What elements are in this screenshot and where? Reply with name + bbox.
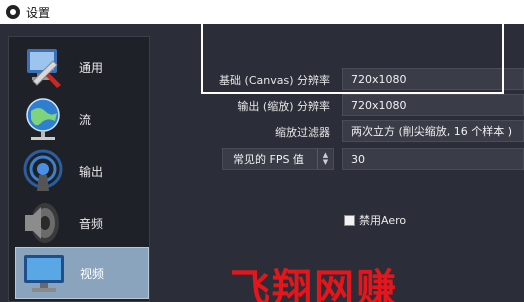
sidebar-item-label: 音频 — [79, 216, 104, 231]
sidebar-item-label: 视频 — [80, 266, 105, 281]
downscale-filter-label: 缩放过滤器 — [275, 126, 330, 139]
spin-arrows-icon: ▲ ▼ — [317, 149, 333, 169]
downscale-filter-select[interactable]: 两次立方 (削尖缩放, 16 个样本 ) — [342, 120, 524, 142]
sidebar-item-audio[interactable]: 音频 — [15, 197, 149, 249]
sidebar-item-label: 流 — [79, 112, 92, 127]
obs-logo-icon — [6, 5, 20, 19]
fps-type-select[interactable]: 常见的 FPS 值 ▲ ▼ — [222, 148, 334, 170]
sidebar-item-stream[interactable]: 流 — [15, 93, 149, 145]
sidebar-item-label: 通用 — [79, 60, 104, 75]
disable-aero-checkbox[interactable] — [344, 214, 355, 226]
monitor-icon — [24, 255, 64, 292]
sidebar-item-general[interactable]: 通用 — [15, 41, 149, 93]
base-resolution-label: 基础 (Canvas) 分辨率 — [219, 74, 330, 87]
fps-value-field[interactable]: 30 — [342, 148, 524, 170]
sidebar-item-video[interactable]: 视频 — [15, 247, 149, 299]
output-resolution-label: 输出 (缩放) 分辨率 — [237, 100, 330, 113]
sidebar-item-label: 输出 — [79, 164, 104, 179]
settings-window: 通用 流 输出 音频 视频 基础 (Canvas) 分辨率 输出 (缩放) 分辨… — [0, 24, 524, 302]
settings-sidebar: 通用 流 输出 音频 视频 — [8, 36, 150, 302]
watermark-text: 飞翔网赚 — [230, 265, 398, 302]
disable-aero-label: 禁用Aero — [359, 214, 407, 227]
title-bar: 设置 — [0, 0, 524, 24]
fps-type-value: 常见的 FPS 值 — [233, 153, 304, 166]
settings-wrench-icon — [27, 49, 61, 88]
base-resolution-field[interactable]: 720x1080 — [342, 68, 524, 90]
speaker-icon — [25, 203, 59, 243]
output-resolution-field[interactable]: 720x1080 — [342, 94, 524, 116]
disable-aero-option[interactable]: 禁用Aero — [344, 212, 406, 228]
globe-stream-icon — [26, 98, 60, 140]
sidebar-item-output[interactable]: 输出 — [15, 145, 149, 197]
window-title: 设置 — [26, 5, 51, 20]
broadcast-icon — [23, 149, 63, 191]
